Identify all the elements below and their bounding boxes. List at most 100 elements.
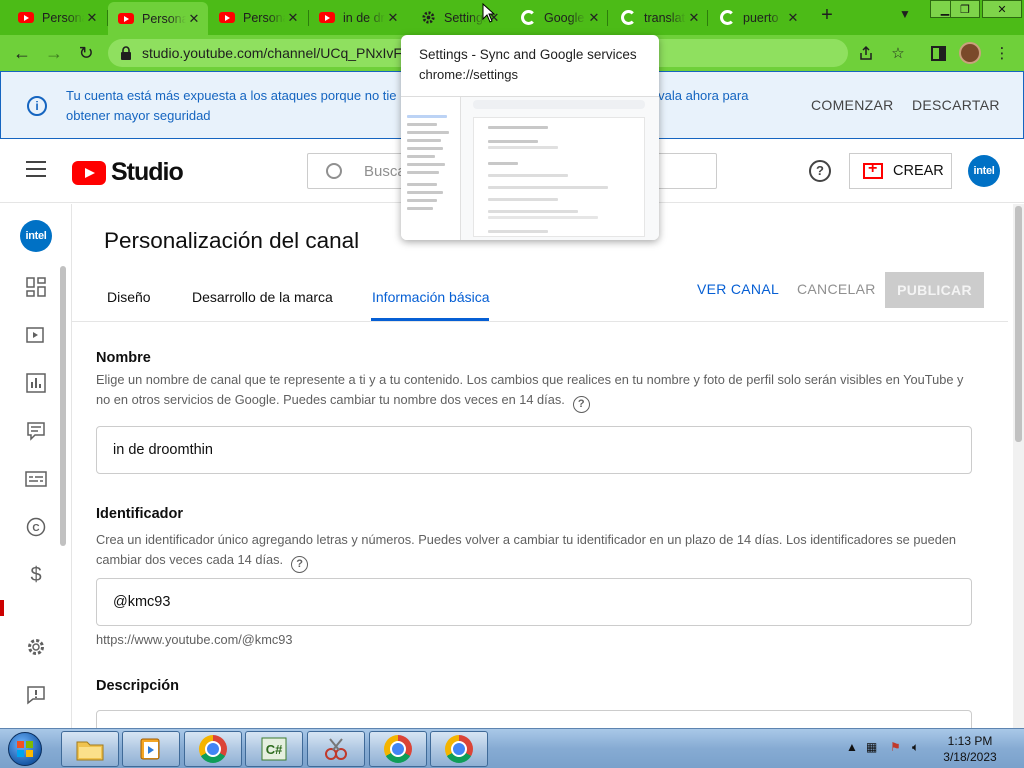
handle-description-text: Crea un identificador único agregando le…: [96, 532, 957, 567]
tab-branding[interactable]: Desarrollo de la marca: [192, 289, 333, 305]
system-clock[interactable]: 1:13 PM 3/18/2023: [930, 733, 1010, 765]
hover-card-url: chrome://settings: [419, 67, 518, 82]
browser-tab-6[interactable]: Google ✕: [510, 4, 608, 31]
snipping-tool-icon[interactable]: [307, 731, 365, 767]
hover-card-title: Settings - Sync and Google services: [419, 47, 637, 62]
logo-text: Studio: [111, 158, 184, 186]
close-icon[interactable]: ✕: [285, 10, 301, 26]
thumbnail-search: [473, 100, 645, 109]
browser-tab-4[interactable]: in de droomthin ✕: [309, 4, 407, 31]
publish-button[interactable]: PUBLICAR: [885, 272, 984, 308]
browser-tab-1[interactable]: Personalización del canal ✕: [8, 4, 106, 31]
browser-tab-8[interactable]: puerto ✕: [709, 4, 807, 31]
tab-separator: [707, 10, 708, 26]
chrome-active-taskbar-icon[interactable]: [430, 731, 488, 767]
close-icon[interactable]: ✕: [84, 10, 100, 26]
svg-text:C: C: [32, 523, 39, 534]
volume-icon[interactable]: 🔈︎: [912, 740, 919, 755]
back-button[interactable]: ←: [10, 41, 34, 65]
youtube-studio-logo[interactable]: Studio: [72, 158, 184, 187]
create-button[interactable]: CREAR: [849, 153, 952, 189]
show-hidden-icons[interactable]: ▲: [846, 740, 858, 754]
help-icon[interactable]: ?: [572, 396, 590, 413]
forward-button[interactable]: →: [42, 41, 66, 65]
channel-url-hint: https://www.youtube.com/@kmc93: [96, 632, 293, 647]
browser-tab-2[interactable]: Personalización del canal ✕: [108, 2, 208, 35]
analytics-icon[interactable]: [25, 372, 47, 394]
chrome-profile-taskbar-icon[interactable]: [369, 731, 427, 767]
info-icon: i: [27, 96, 47, 116]
browser-tab-7[interactable]: translate ✕: [610, 4, 708, 31]
cancel-button[interactable]: CANCELAR: [797, 281, 876, 297]
google-icon: [620, 10, 636, 26]
more-options-icon[interactable]: ⋮: [990, 41, 1014, 65]
menu-icon[interactable]: [26, 161, 46, 177]
windows-taskbar: C# ▲ ▦ ⚑ 🔈︎ 1:13 PM 3/18/2023: [0, 728, 1024, 768]
tab-hover-card: Settings - Sync and Google services chro…: [401, 35, 659, 240]
tab-search-icon[interactable]: ▼: [895, 7, 915, 27]
description-section-title: Descripción: [96, 678, 179, 694]
view-channel-button[interactable]: VER CANAL: [697, 281, 779, 297]
help-icon[interactable]: ?: [809, 160, 831, 182]
restore-button[interactable]: ❐: [950, 0, 980, 18]
customization-tabs: Diseño Desarrollo de la marca Informació…: [72, 272, 1008, 322]
file-explorer-icon[interactable]: [61, 731, 119, 767]
windows-logo-icon: [8, 732, 42, 766]
clock-time: 1:13 PM: [947, 734, 993, 748]
active-indicator: [0, 600, 4, 616]
tab-label: Personalización del canal: [243, 10, 285, 25]
tab-label: Personalización del canal: [142, 11, 186, 26]
mouse-cursor-icon: [482, 3, 496, 23]
profile-avatar-icon[interactable]: [958, 41, 982, 65]
dashboard-icon[interactable]: [25, 276, 47, 298]
tab-label: Google: [544, 10, 585, 25]
close-icon[interactable]: ✕: [186, 11, 202, 27]
page-scrollbar[interactable]: [1013, 204, 1024, 728]
tab-basic-info[interactable]: Información básica: [372, 289, 490, 305]
scrollbar-thumb[interactable]: [1015, 206, 1022, 442]
csharp-editor-icon[interactable]: C#: [245, 731, 303, 767]
new-tab-button[interactable]: +: [815, 4, 839, 28]
close-icon[interactable]: ✕: [785, 10, 801, 26]
action-center-icon[interactable]: ⚑: [890, 740, 901, 754]
youtube-icon: [118, 11, 134, 27]
youtube-logo-icon: [72, 160, 106, 185]
comments-icon[interactable]: [25, 420, 47, 442]
settings-gear-icon[interactable]: [25, 636, 47, 658]
bookmark-star-icon[interactable]: ☆: [886, 41, 910, 65]
handle-input[interactable]: @kmc93: [96, 578, 972, 626]
channel-avatar[interactable]: intel: [20, 220, 52, 252]
side-panel-icon[interactable]: [926, 41, 950, 65]
tab-label: Personalización del canal: [42, 10, 84, 25]
share-icon[interactable]: [854, 41, 878, 65]
thumbnail-sidebar: [401, 97, 461, 240]
copyright-icon[interactable]: C: [25, 516, 47, 538]
reload-button[interactable]: ↻: [74, 41, 98, 65]
youtube-icon: [219, 10, 235, 26]
dismiss-button[interactable]: DESCARTAR: [912, 97, 1000, 113]
help-icon[interactable]: ?: [291, 556, 309, 573]
youtube-icon: [319, 10, 335, 26]
start-button[interactable]: [3, 730, 47, 768]
close-icon[interactable]: ✕: [385, 10, 401, 26]
tab-label: puerto: [743, 10, 779, 25]
media-player-icon[interactable]: [122, 731, 180, 767]
earn-dollar-icon[interactable]: $: [25, 564, 47, 586]
active-tab-underline: [371, 318, 489, 321]
chrome-taskbar-icon[interactable]: [184, 731, 242, 767]
channel-name-value: in de droomthin: [113, 442, 213, 458]
rail-scrollbar[interactable]: [60, 266, 66, 546]
start-button[interactable]: COMENZAR: [811, 97, 894, 113]
network-icon[interactable]: ▦: [866, 740, 877, 754]
close-window-button[interactable]: ✕: [982, 0, 1022, 18]
tab-layout[interactable]: Diseño: [107, 289, 151, 305]
close-icon[interactable]: ✕: [586, 10, 602, 26]
channel-name-input[interactable]: in de droomthin: [96, 426, 972, 474]
account-avatar[interactable]: intel: [968, 155, 1000, 187]
close-icon[interactable]: ✕: [686, 10, 702, 26]
name-description: Elige un nombre de canal que te represen…: [96, 370, 976, 413]
content-icon[interactable]: [25, 324, 47, 346]
feedback-icon[interactable]: [25, 684, 47, 706]
subtitles-icon[interactable]: [25, 468, 47, 490]
browser-tab-3[interactable]: Personalización del canal ✕: [209, 4, 307, 31]
